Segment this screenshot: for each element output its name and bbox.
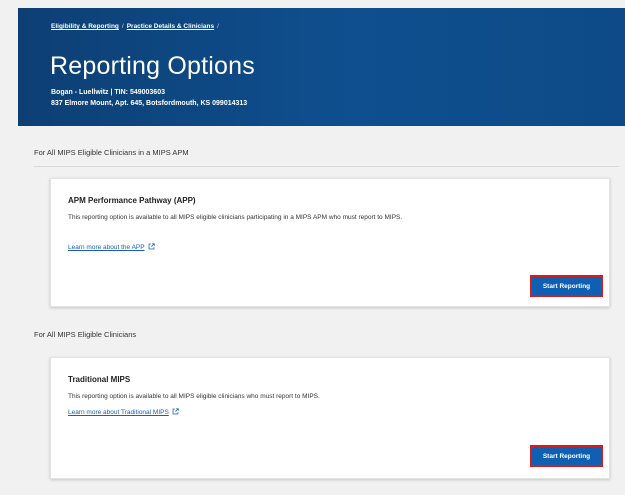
breadcrumb-practice-details[interactable]: Practice Details & Clinicians [127, 23, 214, 30]
learn-more-traditional-mips-link-text: Learn more about Traditional MIPS [68, 409, 169, 416]
practice-address: 837 Elmore Mount, Apt. 645, Botsfordmout… [51, 100, 248, 107]
page-title: Reporting Options [50, 52, 255, 80]
breadcrumb-eligibility-reporting[interactable]: Eligibility & Reporting [51, 23, 119, 30]
external-link-icon [172, 408, 179, 415]
section-heading-mips-eligible: For All MIPS Eligible Clinicians [34, 330, 137, 339]
learn-more-app-link-text: Learn more about the APP [68, 244, 145, 251]
page-header: Eligibility & Reporting / Practice Details… [18, 8, 625, 126]
practice-name-tin: Bogan - Luellwitz | TIN: 549003603 [51, 89, 165, 96]
breadcrumb-separator: / [121, 23, 124, 30]
card-title: APM Performance Pathway (APP) [68, 196, 196, 205]
learn-more-traditional-mips-link[interactable]: Learn more about Traditional MIPS [68, 408, 179, 416]
section-divider [34, 166, 619, 167]
card-description: This reporting option is available to al… [68, 214, 403, 221]
start-reporting-app-button[interactable]: Start Reporting [530, 275, 603, 297]
main-content: For All MIPS Eligible Clinicians in a MI… [18, 126, 625, 495]
reporting-option-card-traditional-mips: Traditional MIPS This reporting option i… [50, 357, 610, 479]
section-heading-mips-apm: For All MIPS Eligible Clinicians in a MI… [34, 148, 189, 157]
breadcrumb-separator: / [217, 23, 219, 30]
card-description: This reporting option is available to al… [68, 393, 320, 400]
learn-more-app-link[interactable]: Learn more about the APP [68, 243, 155, 251]
breadcrumb: Eligibility & Reporting / Practice Details… [51, 23, 222, 30]
start-reporting-traditional-mips-button[interactable]: Start Reporting [530, 445, 603, 467]
reporting-option-card-app: APM Performance Pathway (APP) This repor… [50, 178, 610, 307]
external-link-icon [148, 243, 155, 250]
card-title: Traditional MIPS [68, 375, 131, 384]
